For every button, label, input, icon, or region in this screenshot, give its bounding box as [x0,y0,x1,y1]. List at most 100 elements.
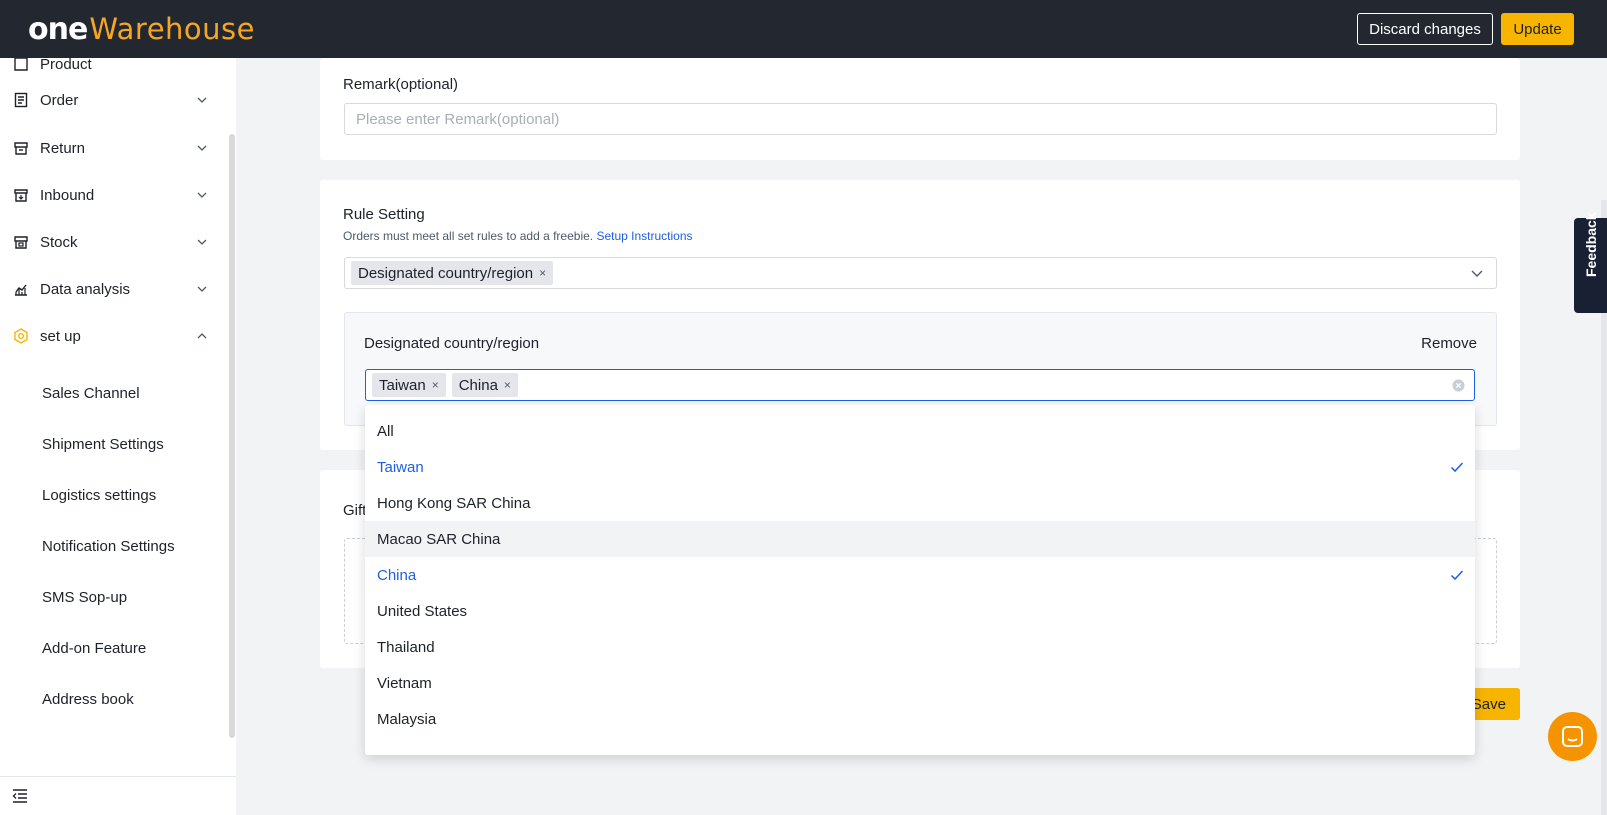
sidebar-scrollbar[interactable] [229,134,235,738]
sidebar-subitem-label: Logistics settings [42,486,157,504]
option-all[interactable]: All [365,413,1475,449]
check-icon [1450,570,1464,581]
rule-type-select[interactable]: Designated country/region × [344,257,1497,289]
clear-icon[interactable] [1452,379,1465,392]
option-thailand[interactable]: Thailand [365,629,1475,665]
chat-icon [1562,726,1583,747]
sidebar-subitem-shipment-settings[interactable]: Shipment Settings [0,424,230,464]
country-multiselect[interactable]: Taiwan × China × [365,369,1475,401]
country-dropdown: All Taiwan Hong Kong SAR China Macao SAR… [365,405,1475,755]
save-button-label: Save [1471,695,1506,713]
option-hong-kong[interactable]: Hong Kong SAR China [365,485,1475,521]
sidebar-item-label: Product [40,58,92,73]
option-label: Malaysia [377,710,437,728]
country-tag-taiwan: Taiwan × [372,373,446,397]
product-icon [14,58,28,71]
sidebar-subitem-label: Add-on Feature [42,639,147,657]
collapse-menu-icon[interactable] [11,788,29,804]
return-icon [14,142,28,155]
sidebar-item-label: Order [40,91,79,109]
option-label: China [377,566,417,584]
option-macao[interactable]: Macao SAR China [365,521,1475,557]
option-label: Thailand [377,638,435,656]
sidebar-subitem-notification-settings[interactable]: Notification Settings [0,526,230,566]
sidebar-subitem-label: Shipment Settings [42,435,164,453]
feedback-tab[interactable]: Feedback [1574,212,1607,313]
rule-setting-description: Orders must meet all set rules to add a … [343,229,693,243]
top-bar: one Warehouse Discard changes Update [0,0,1607,58]
option-label: Taiwan [377,458,424,476]
sidebar-item-label: Return [40,139,86,157]
sidebar-subitem-label: SMS Sop-up [42,588,128,606]
gift-label: Gift [343,502,367,519]
remark-label: Remark(optional) [343,76,459,93]
remove-link[interactable]: Remove [1421,335,1477,352]
chevron-down-icon [197,286,207,292]
designated-country-title: Designated country/region [364,335,540,352]
sidebar-item-inbound[interactable]: Inbound [0,175,230,215]
update-button[interactable]: Update [1501,13,1574,45]
sidebar-item-label: set up [40,327,81,345]
option-taiwan[interactable]: Taiwan [365,449,1475,485]
tag-label: China [458,376,498,394]
option-label: Hong Kong SAR China [377,494,531,512]
sidebar-item-label: Data analysis [40,280,131,298]
tag-close-icon[interactable]: × [504,378,511,392]
sidebar-item-order[interactable]: Order [0,80,230,120]
order-icon [14,92,28,108]
sidebar-subitem-label: Sales Channel [42,384,140,402]
country-tag-china: China × [451,373,518,397]
chat-button[interactable] [1548,712,1597,761]
sidebar-item-data-analysis[interactable]: Data analysis [0,269,230,309]
check-icon [1450,462,1464,473]
chevron-down-icon [197,97,207,103]
chevron-up-icon [197,333,207,339]
sidebar-subitem-add-on-feature[interactable]: Add-on Feature [0,628,230,668]
option-label: Vietnam [377,674,432,692]
sidebar-item-stock[interactable]: Stock [0,222,230,262]
tag-close-icon[interactable]: × [539,266,546,280]
sidebar-subitem-address-book[interactable]: Address book [0,679,230,719]
tag-label: Taiwan [379,376,426,394]
option-china[interactable]: China [365,557,1475,593]
stock-icon [14,236,28,249]
rule-setting-title: Rule Setting [343,206,425,223]
sidebar-item-label: Inbound [40,186,95,204]
sidebar-subitem-logistics-settings[interactable]: Logistics settings [0,475,230,515]
sidebar-divider [0,776,236,777]
sidebar-subitem-sms-sop-up[interactable]: SMS Sop-up [0,577,230,617]
chevron-down-icon [197,192,207,198]
logo[interactable]: one Warehouse [28,9,255,49]
logo-one: one [28,11,88,47]
option-label: All [377,422,394,440]
rule-desc-text: Orders must meet all set rules to add a … [343,229,594,243]
remark-placeholder: Please enter Remark(optional) [356,110,560,128]
sidebar-subitem-label: Address book [42,690,134,708]
chevron-down-icon [1471,270,1483,277]
option-label: Macao SAR China [377,530,501,548]
setup-icon [14,328,28,344]
sidebar-item-return[interactable]: Return [0,128,230,168]
sidebar-subitem-label: Notification Settings [42,537,175,555]
inbound-icon [14,189,28,202]
discard-changes-button[interactable]: Discard changes [1357,13,1493,45]
setup-instructions-link[interactable]: Setup Instructions [596,229,692,243]
tag-close-icon[interactable]: × [432,378,439,392]
remark-card: Remark(optional) Please enter Remark(opt… [320,58,1520,160]
remark-input[interactable]: Please enter Remark(optional) [344,103,1497,135]
option-united-states[interactable]: United States [365,593,1475,629]
sidebar-item-label: Stock [40,233,78,251]
sidebar-subitem-sales-channel[interactable]: Sales Channel [0,373,230,413]
feedback-label: Feedback [1583,212,1599,277]
logo-warehouse: Warehouse [89,12,255,46]
option-malaysia[interactable]: Malaysia [365,701,1475,737]
chevron-down-icon [197,145,207,151]
sidebar-item-set-up[interactable]: set up [0,316,230,356]
rule-tag: Designated country/region × [351,261,554,285]
chart-icon [15,284,27,296]
sidebar: Product Order Return Inbound Stock Data … [0,58,236,815]
option-vietnam[interactable]: Vietnam [365,665,1475,701]
chevron-down-icon [197,239,207,245]
rule-tag-label: Designated country/region [358,264,534,282]
option-label: United States [377,602,468,620]
